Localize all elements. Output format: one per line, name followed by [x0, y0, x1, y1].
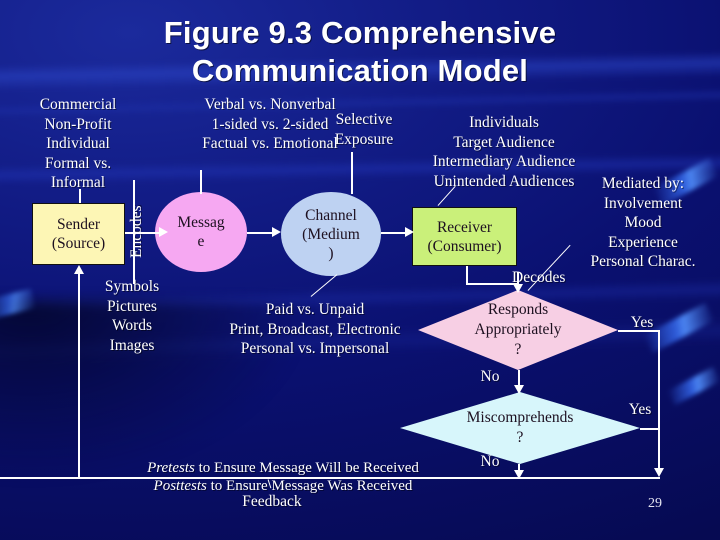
connector-sender-to-message — [125, 232, 161, 234]
arrowhead-responds-no — [514, 385, 524, 394]
slide-title-line-1: Figure 9.3 Comprehensive — [163, 15, 557, 50]
node-sender-label: Sender (Source) — [51, 216, 106, 252]
annotation-posttests: Posttests to Ensure Message Was Received — [118, 458, 448, 496]
slide-title-line-2: Communication Model — [191, 53, 529, 88]
arrowhead-message-to-channel — [272, 227, 281, 237]
annotation-mediated-by: Mediated by: Involvement Mood Experience… — [590, 175, 696, 270]
annotation-channel-forms: Paid vs. Unpaid Print, Broadcast, Electr… — [229, 301, 401, 357]
node-receiver[interactable]: Receiver (Consumer) — [412, 207, 517, 266]
slide-canvas: Figure 9.3 Comprehensive Communication M… — [0, 0, 720, 540]
connector-selective-exposure-stem — [351, 152, 353, 194]
annotation-sender-types: Commercial Non-Profit Individual Formal … — [39, 96, 117, 191]
edge-label-miscomprehends-yes: Yes — [628, 401, 652, 418]
node-channel[interactable]: Channel (Medium ) — [281, 192, 381, 276]
arrowhead-decodes-to-responds — [513, 284, 523, 293]
connector-miscomprehends-yes — [640, 428, 659, 430]
connector-receiver-decodes-down — [466, 266, 468, 284]
node-message[interactable]: Messag e — [155, 192, 247, 272]
node-receiver-label: Receiver (Consumer) — [427, 218, 502, 255]
posttests-word: Posttests — [153, 478, 207, 494]
slide-title: Figure 9.3 Comprehensive Communication M… — [0, 14, 720, 90]
node-responds-appropriately[interactable]: Responds Appropriately ? — [418, 290, 618, 370]
arrowhead-feedback-to-sender — [74, 265, 84, 274]
connector-message-types-stem — [200, 170, 202, 194]
annotation-decodes: Decodes — [512, 268, 602, 288]
arrowhead-sender-to-message — [159, 227, 168, 237]
node-channel-label: Channel (Medium ) — [302, 206, 360, 262]
connector-encodes-stem-lower — [133, 232, 135, 284]
page-number: 29 — [648, 496, 662, 511]
connector-channel-to-receiver — [381, 232, 407, 234]
connector-feedback-up — [78, 272, 80, 478]
annotation-message-forms: Symbols Pictures Words Images — [104, 278, 160, 354]
connector-receiver-decodes-across — [466, 283, 518, 285]
arrowhead-channel-to-receiver — [405, 227, 414, 237]
connector-encodes-stem — [133, 180, 135, 233]
node-sender[interactable]: Sender (Source) — [32, 203, 125, 265]
connector-sender-types-stem — [79, 189, 81, 203]
node-message-label: Messag e — [177, 214, 225, 250]
edge-label-responds-no: No — [480, 368, 500, 385]
edge-label-responds-yes: Yes — [630, 314, 654, 331]
annotation-feedback: Feedback — [242, 493, 302, 510]
connector-message-to-channel — [247, 232, 274, 234]
edge-label-miscomprehends-no: No — [480, 453, 500, 470]
arrowhead-yes-to-feedback — [654, 468, 664, 477]
node-responds-label: Responds Appropriately ? — [474, 301, 562, 358]
